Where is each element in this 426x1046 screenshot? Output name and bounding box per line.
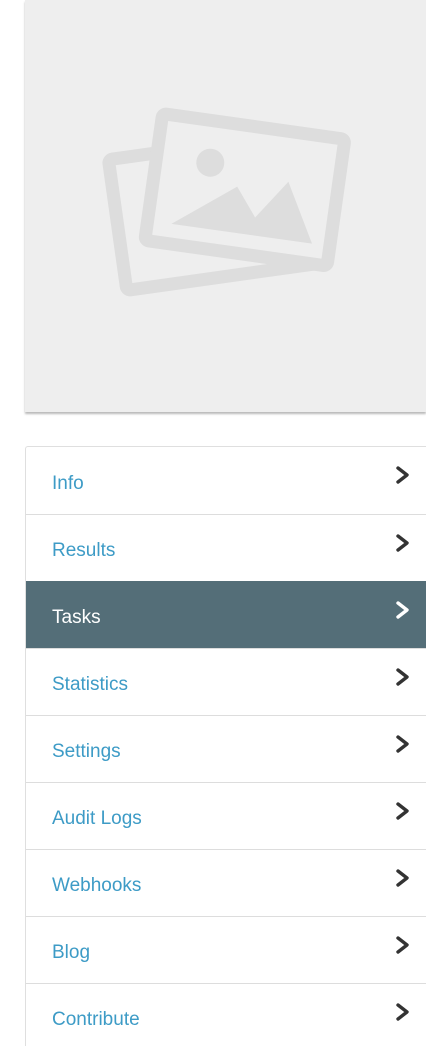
page: Info Results Tasks Statistics Settings A… [0,0,426,1046]
image-placeholder-icon [101,107,351,297]
menu-item-settings[interactable]: Settings [26,715,426,782]
menu-item-label: Webhooks [52,875,142,896]
chevron-right-icon [396,668,409,686]
chevron-right-icon [396,735,409,753]
menu-item-audit-logs[interactable]: Audit Logs [26,782,426,849]
menu-item-label: Info [52,472,84,494]
menu-item-label: Contribute [52,1009,140,1030]
menu-item-webhooks[interactable]: Webhooks [26,849,426,916]
menu-item-label: Blog [52,942,91,963]
chevron-right-icon [396,534,409,552]
chevron-right-icon [396,1003,409,1021]
menu-item-label: Results [52,540,116,561]
menu-item-statistics[interactable]: Statistics [26,648,426,715]
project-image-placeholder [25,0,426,412]
chevron-right-icon [396,869,409,887]
menu-item-label: Tasks [52,607,101,628]
chevron-right-icon [396,466,409,484]
menu-item-info[interactable]: Info [26,447,426,514]
menu-item-blog[interactable]: Blog [26,916,426,983]
menu-item-tasks[interactable]: Tasks [26,581,426,648]
chevron-right-icon [396,936,409,954]
menu-item-results[interactable]: Results [26,514,426,581]
menu-item-label: Audit Logs [52,808,142,829]
menu-item-contribute[interactable]: Contribute [26,983,426,1046]
menu-item-label: Settings [52,741,121,762]
chevron-right-icon [396,601,409,619]
chevron-right-icon [396,802,409,820]
menu-item-label: Statistics [52,674,129,695]
project-menu: Info Results Tasks Statistics Settings A… [25,446,426,1046]
